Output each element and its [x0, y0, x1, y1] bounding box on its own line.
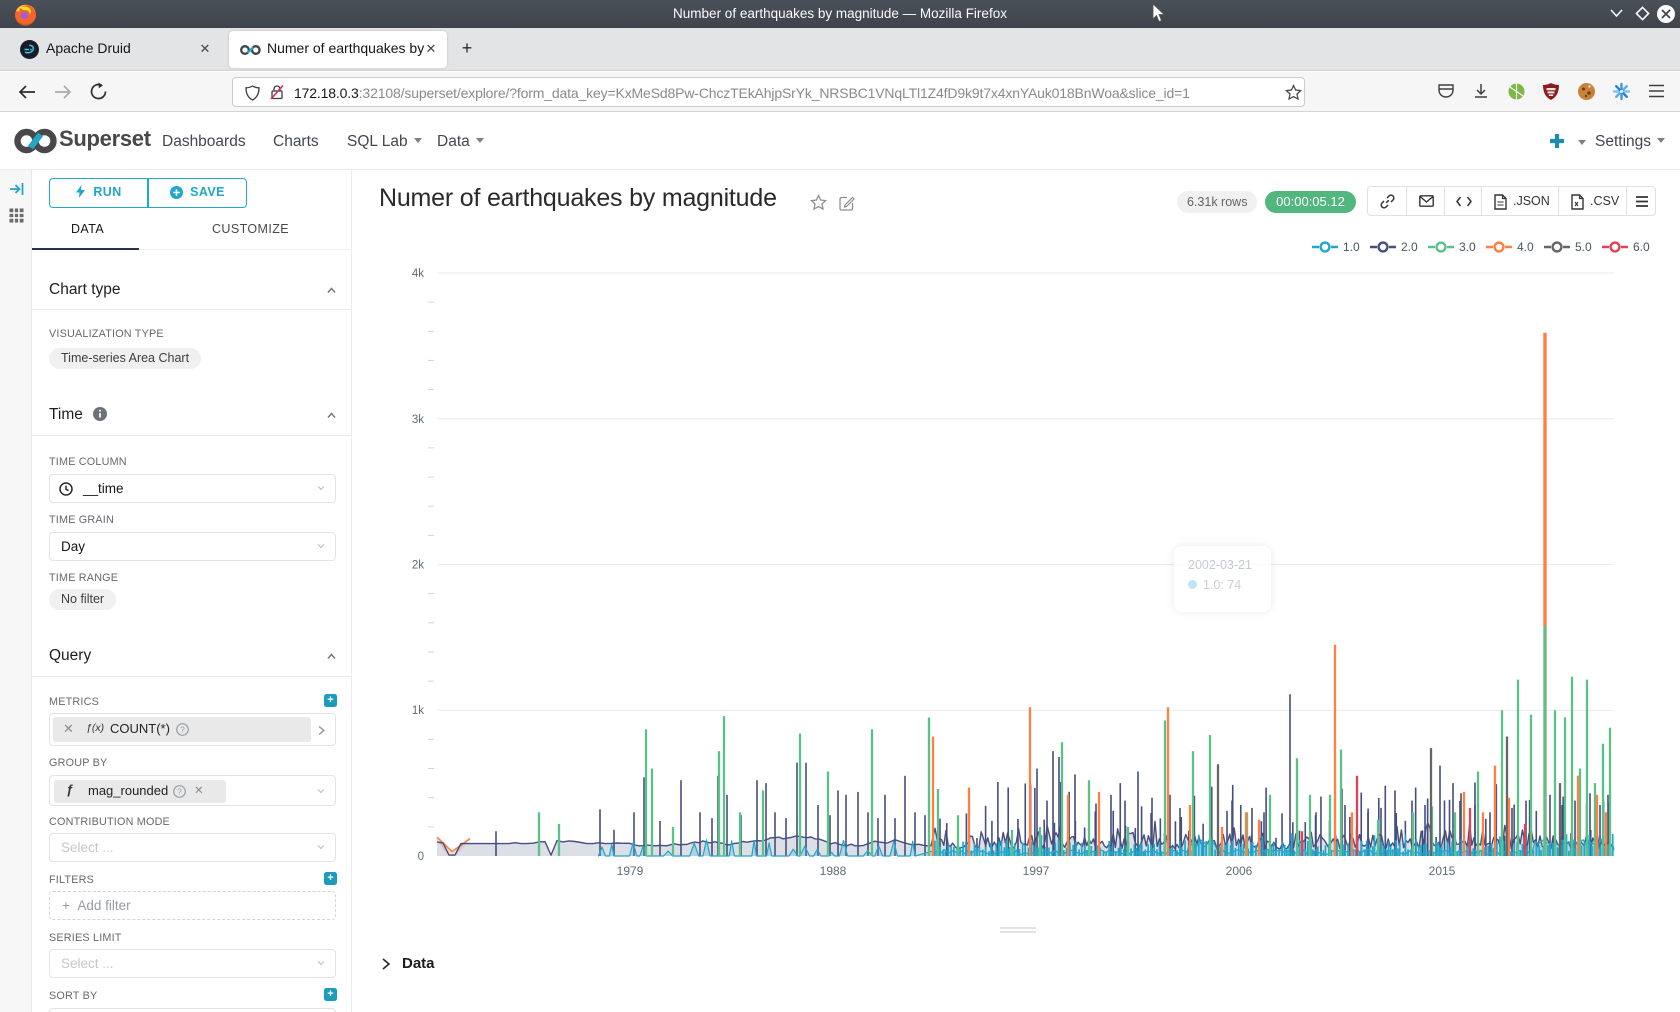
svg-text:0: 0 [418, 851, 424, 863]
svg-text:2k: 2k [412, 560, 424, 572]
svg-text:1997: 1997 [1023, 864, 1050, 878]
svg-text:4k: 4k [412, 268, 424, 280]
svg-text:1988: 1988 [820, 864, 847, 878]
svg-text:1k: 1k [412, 705, 424, 717]
svg-text:2015: 2015 [1429, 864, 1456, 878]
svg-text:1979: 1979 [617, 864, 644, 878]
svg-text:3k: 3k [412, 414, 424, 426]
svg-text:2006: 2006 [1226, 864, 1253, 878]
